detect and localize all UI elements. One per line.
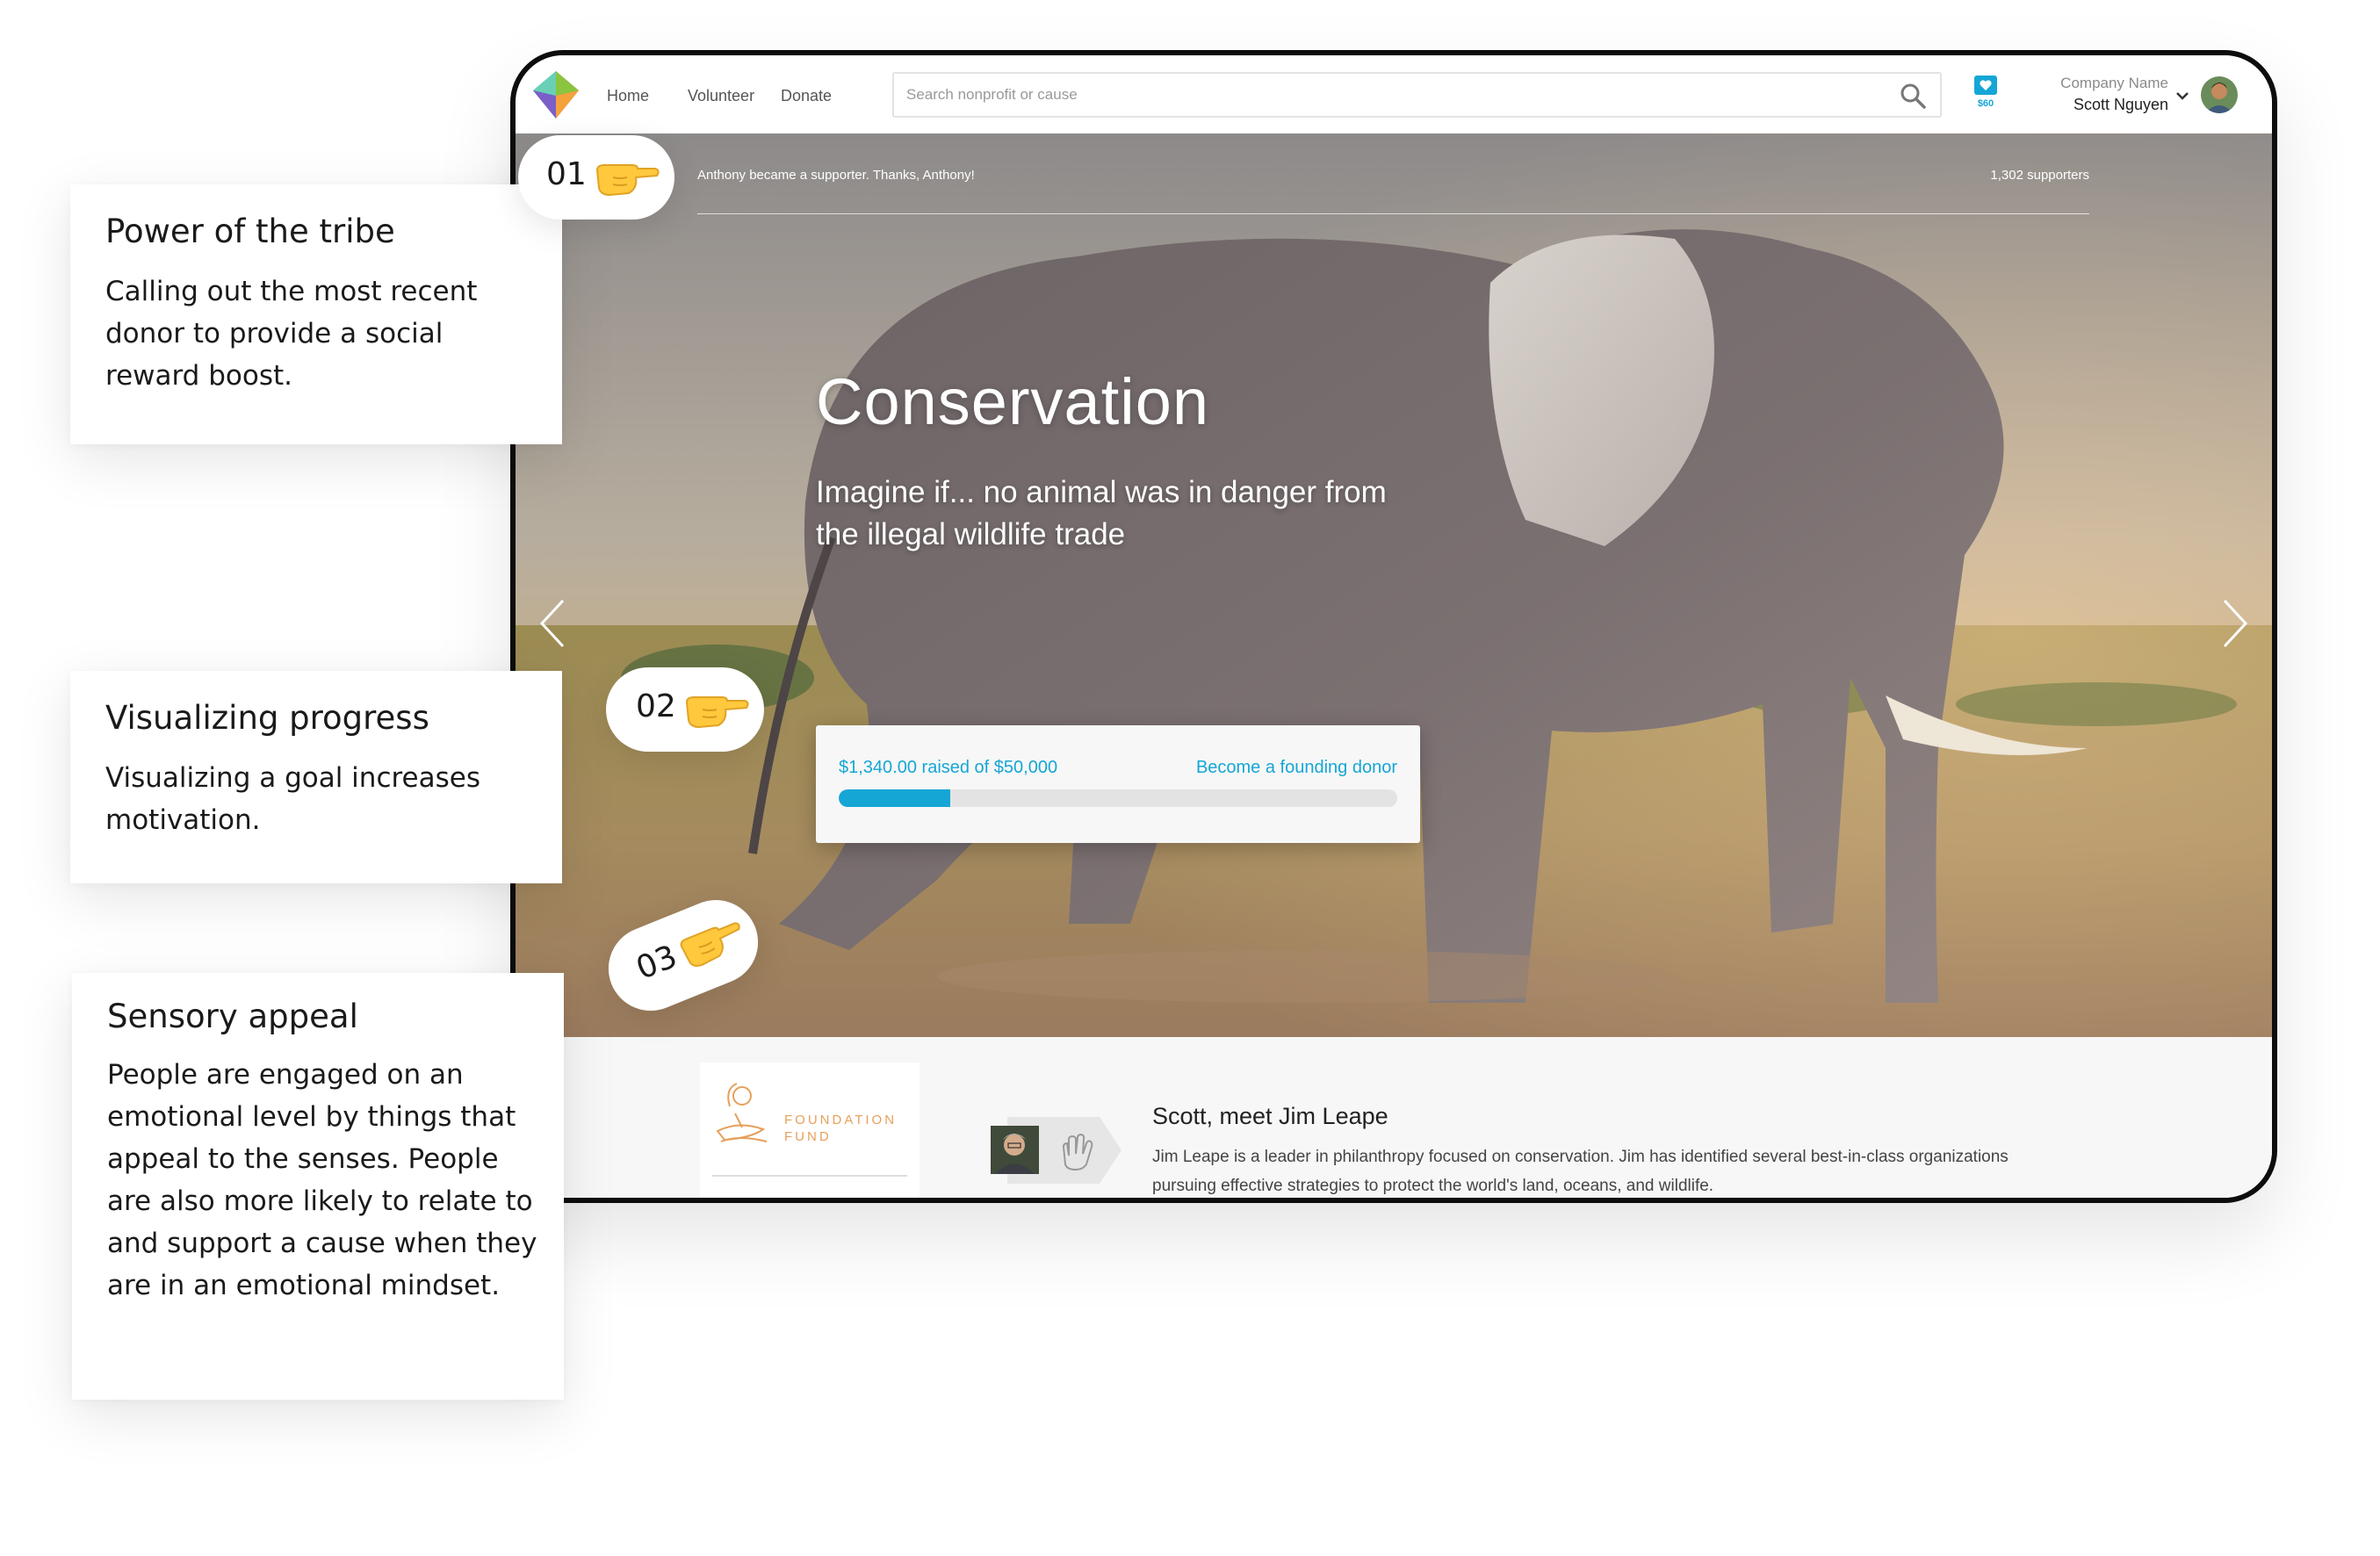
arrow-right-icon[interactable]: [2219, 597, 2249, 650]
advisor-description: Jim Leape is a leader in philanthropy fo…: [1152, 1148, 2009, 1195]
callout-title: Sensory appeal: [107, 998, 358, 1035]
pointing-hand-icon: [680, 922, 740, 968]
avatar[interactable]: [2201, 76, 2238, 113]
elephant-photo: [516, 133, 2272, 1037]
cause-subtitle: Imagine if... no animal was in danger fr…: [816, 475, 1387, 551]
device-frame: Home Volunteer Donate $60 Company Name S…: [510, 50, 2277, 1203]
callout-card-progress: Visualizing progress Visualizing a goal …: [70, 671, 562, 883]
supporter-count: 1,302 supporters: [1990, 168, 2089, 183]
search-icon[interactable]: [1900, 83, 1926, 109]
foundation-fund-name: FOUNDATION FUND: [784, 1113, 898, 1144]
raised-amount: $1,340.00 raised of $50,000: [839, 758, 1058, 777]
callout-title: Visualizing progress: [105, 699, 429, 737]
step-badge-01: 01: [518, 135, 674, 220]
supporter-ticker: Anthony became a supporter. Thanks, Anth…: [697, 168, 975, 183]
fund-card-divider: [712, 1175, 907, 1177]
pointing-hand-icon: [685, 696, 749, 729]
progress-card: $1,340.00 raised of $50,000 Become a fou…: [816, 725, 1420, 843]
callout-body: Visualizing a goal increases motivation.: [105, 762, 480, 836]
progress-bar-fill: [839, 789, 951, 807]
cause-title: Conservation: [816, 365, 1210, 438]
callout-card-sensory: Sensory appeal People are engaged on an …: [72, 973, 564, 1400]
step-number: 02: [636, 688, 676, 724]
foundation-fund-logo: [716, 1083, 768, 1142]
chevron-down-icon[interactable]: [2175, 90, 2189, 101]
nav-volunteer-link[interactable]: Volunteer: [688, 87, 754, 105]
pointing-hand-icon: [595, 164, 660, 197]
intro-section: FOUNDATION FUND Scott, meet Jim Leape Ji…: [516, 1037, 2272, 1198]
wallet-amount: $60: [1977, 98, 1994, 109]
step-badge-02: 02: [606, 667, 764, 752]
app-screen: Home Volunteer Donate $60 Company Name S…: [516, 55, 2272, 1198]
ticker-divider: [697, 213, 2089, 214]
nav-home-link[interactable]: Home: [607, 87, 649, 105]
step-number: 03: [631, 938, 682, 987]
advisor-photo: [991, 1126, 1039, 1174]
user-name[interactable]: Scott Nguyen: [2026, 96, 2168, 114]
step-number: 01: [546, 156, 587, 192]
foundation-fund-card[interactable]: FOUNDATION FUND: [700, 1063, 920, 1198]
company-name: Company Name: [2060, 75, 2168, 91]
heart-wallet-icon: [1974, 76, 1997, 95]
founding-donor-link[interactable]: Become a founding donor: [1196, 758, 1397, 778]
logo-icon[interactable]: [531, 69, 581, 120]
callout-body: People are engaged on an emotional level…: [107, 1059, 537, 1301]
progress-bar: [839, 789, 1397, 807]
hero-banner: Anthony became a supporter. Thanks, Anth…: [516, 133, 2272, 1037]
callout-card-tribe: Power of the tribe Calling out the most …: [70, 184, 562, 444]
search-box: [892, 72, 1942, 118]
top-nav: Home Volunteer Donate $60 Company Name S…: [516, 55, 2272, 133]
callout-title: Power of the tribe: [105, 213, 395, 250]
wallet-button[interactable]: $60: [1968, 76, 2003, 118]
advisor-heading: Scott, meet Jim Leape: [1152, 1103, 1388, 1129]
arrow-left-icon[interactable]: [538, 597, 568, 650]
search-input[interactable]: [894, 74, 1895, 116]
callout-body: Calling out the most recent donor to pro…: [105, 276, 478, 392]
nav-donate-link[interactable]: Donate: [781, 87, 832, 105]
